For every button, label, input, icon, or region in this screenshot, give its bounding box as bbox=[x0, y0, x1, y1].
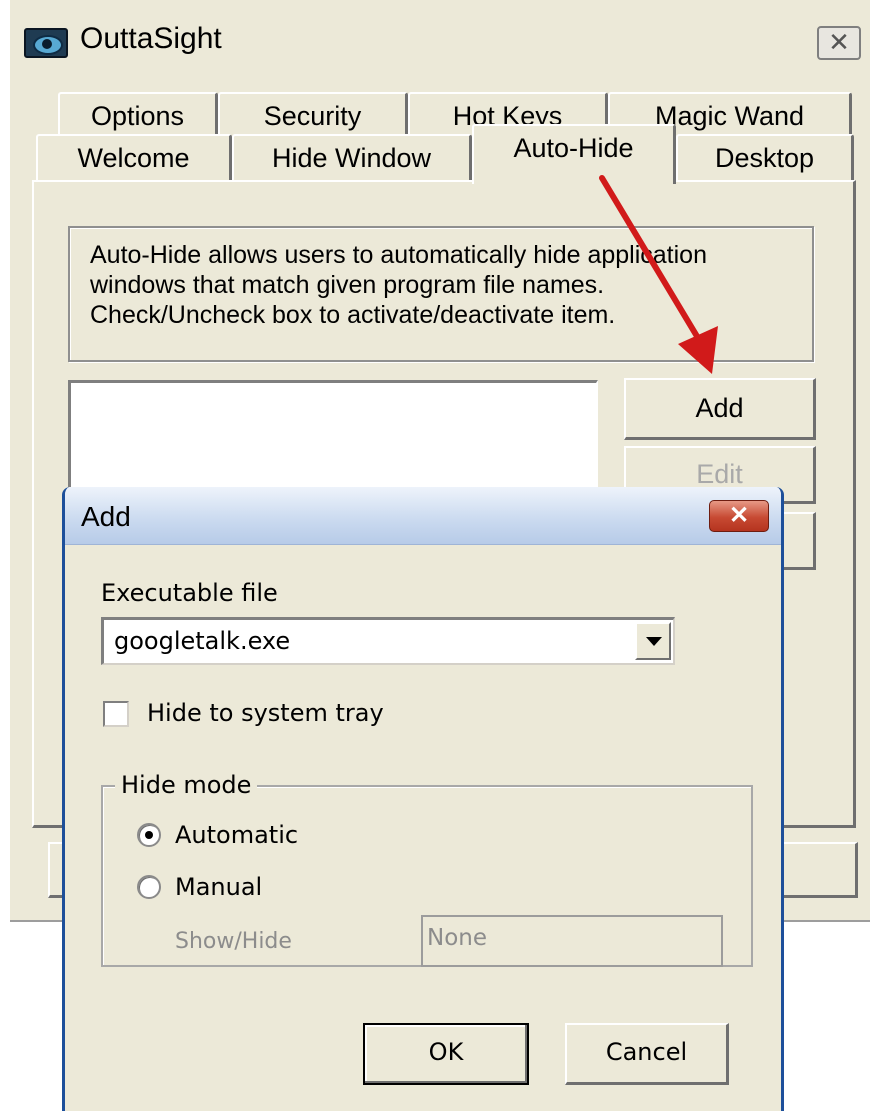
automatic-radio[interactable] bbox=[137, 823, 161, 847]
radio-selected-dot bbox=[145, 831, 153, 839]
tab-hide-window[interactable]: Hide Window bbox=[232, 134, 472, 182]
executable-file-value: googletalk.exe bbox=[114, 627, 291, 655]
manual-label[interactable]: Manual bbox=[175, 873, 262, 901]
close-icon[interactable]: ✕ bbox=[709, 500, 769, 532]
executable-file-combobox[interactable]: googletalk.exe bbox=[101, 617, 675, 665]
add-dialog: Add ✕ Executable file googletalk.exe Hid… bbox=[62, 487, 784, 1111]
automatic-label[interactable]: Automatic bbox=[175, 821, 298, 849]
hide-to-system-tray-label[interactable]: Hide to system tray bbox=[147, 699, 384, 727]
tab-desktop[interactable]: Desktop bbox=[676, 134, 854, 182]
add-dialog-title: Add bbox=[81, 501, 131, 532]
executable-file-label: Executable file bbox=[101, 579, 278, 607]
chevron-down-icon[interactable] bbox=[635, 622, 671, 660]
show-hide-value: None bbox=[427, 925, 488, 951]
add-button[interactable]: Add bbox=[624, 378, 816, 440]
auto-hide-description: Auto-Hide allows users to automatically … bbox=[90, 241, 707, 329]
close-icon[interactable]: ✕ bbox=[817, 26, 861, 60]
tab-options[interactable]: Options bbox=[58, 92, 218, 134]
main-titlebar[interactable]: OuttaSight bbox=[10, 0, 870, 82]
hide-to-system-tray-checkbox[interactable] bbox=[103, 701, 129, 727]
show-hide-hotkey-field: None bbox=[421, 915, 723, 967]
cancel-button[interactable]: Cancel bbox=[565, 1023, 729, 1085]
outtasight-eye-icon bbox=[24, 28, 68, 58]
manual-radio[interactable] bbox=[137, 875, 161, 899]
ok-button[interactable]: OK bbox=[363, 1023, 529, 1085]
show-hide-label: Show/Hide bbox=[175, 929, 292, 954]
tab-security[interactable]: Security bbox=[218, 92, 408, 134]
tab-auto-hide[interactable]: Auto-Hide bbox=[472, 124, 676, 184]
hide-mode-legend: Hide mode bbox=[115, 771, 258, 799]
add-dialog-titlebar[interactable]: Add ✕ bbox=[65, 487, 781, 545]
tab-welcome[interactable]: Welcome bbox=[36, 134, 232, 182]
window-title: OuttaSight bbox=[80, 22, 222, 55]
